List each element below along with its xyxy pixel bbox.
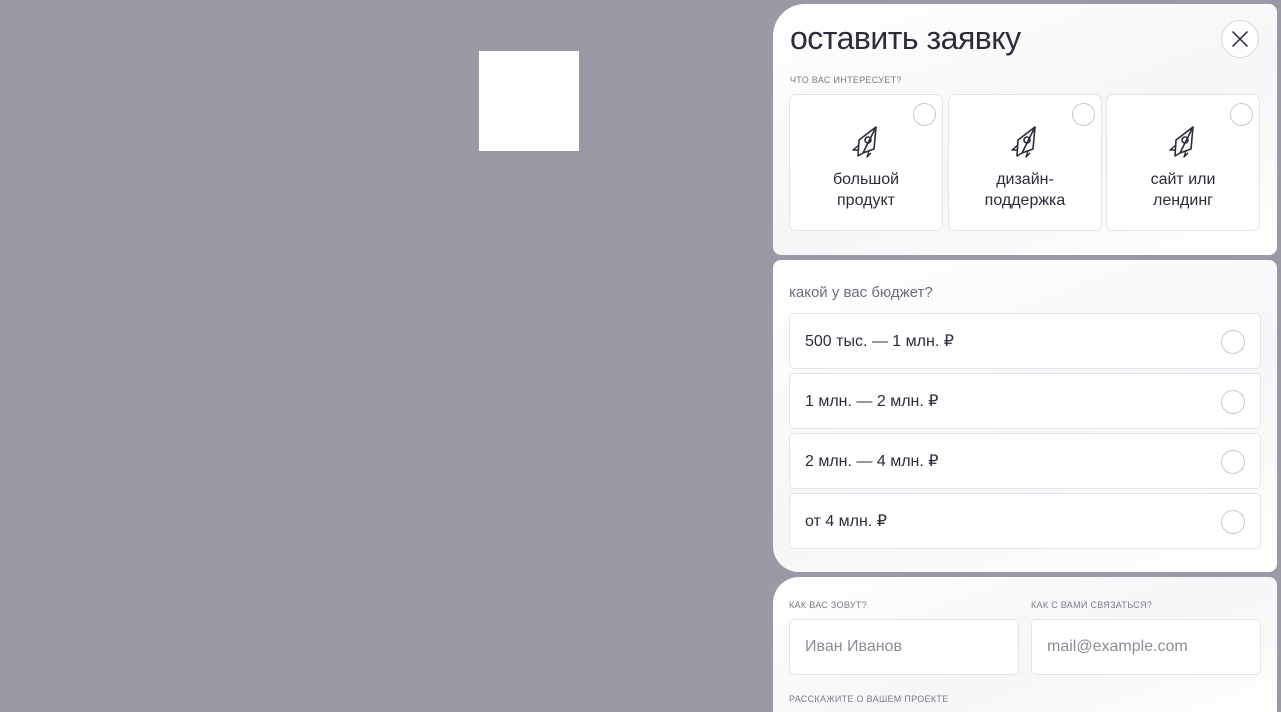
radio-button[interactable] xyxy=(1221,510,1245,534)
contact-input[interactable] xyxy=(1031,619,1261,675)
budget-option[interactable]: 500 тыс. — 1 млн. ₽ xyxy=(789,313,1261,369)
radio-button[interactable] xyxy=(1221,450,1245,474)
form-title: оставить заявку xyxy=(790,20,1021,56)
name-label: КАК ВАС ЗОВУТ? xyxy=(789,600,867,610)
close-icon xyxy=(1232,31,1248,47)
radio-button[interactable] xyxy=(1230,103,1253,126)
budget-option[interactable]: от 4 млн. ₽ xyxy=(789,493,1261,549)
project-label: РАССКАЖИТЕ О ВАШЕМ ПРОЕКТЕ xyxy=(789,694,949,704)
budget-option[interactable]: 1 млн. — 2 млн. ₽ xyxy=(789,373,1261,429)
radio-button[interactable] xyxy=(1221,390,1245,414)
budget-option[interactable]: 2 млн. — 4 млн. ₽ xyxy=(789,433,1261,489)
interest-option-big-product[interactable]: большой продукт xyxy=(789,94,943,231)
interest-option-site-or-landing[interactable]: сайт или лендинг xyxy=(1106,94,1260,231)
contact-label: КАК С ВАМИ СВЯЗАТЬСЯ? xyxy=(1031,600,1153,610)
close-button[interactable] xyxy=(1221,20,1259,58)
interest-panel: оставить заявку ЧТО ВАС ИНТЕРЕСУЕТ? боль… xyxy=(773,4,1277,255)
radio-button[interactable] xyxy=(1221,330,1245,354)
interest-label: ЧТО ВАС ИНТЕРЕСУЕТ? xyxy=(790,75,902,85)
contact-panel: КАК ВАС ЗОВУТ? КАК С ВАМИ СВЯЗАТЬСЯ? РАС… xyxy=(773,577,1277,712)
budget-option-label: от 4 млн. ₽ xyxy=(805,513,887,530)
radio-button[interactable] xyxy=(913,103,936,126)
budget-option-label: 1 млн. — 2 млн. ₽ xyxy=(805,393,939,410)
background-placeholder-image xyxy=(479,51,579,151)
rocket-icon xyxy=(852,126,877,158)
budget-option-label: 500 тыс. — 1 млн. ₽ xyxy=(805,333,954,350)
interest-option-label: дизайн- поддержка xyxy=(984,171,1066,209)
interest-option-label: сайт или лендинг xyxy=(1150,171,1216,209)
budget-title: какой у вас бюджет? xyxy=(789,284,933,301)
rocket-icon xyxy=(1169,126,1194,158)
interest-option-design-support[interactable]: дизайн- поддержка xyxy=(948,94,1102,231)
name-input[interactable] xyxy=(789,619,1019,675)
rocket-icon xyxy=(1011,126,1036,158)
budget-option-label: 2 млн. — 4 млн. ₽ xyxy=(805,453,939,470)
budget-panel: какой у вас бюджет? 500 тыс. — 1 млн. ₽ … xyxy=(773,260,1277,572)
radio-button[interactable] xyxy=(1072,103,1095,126)
interest-option-label: большой продукт xyxy=(832,171,900,209)
